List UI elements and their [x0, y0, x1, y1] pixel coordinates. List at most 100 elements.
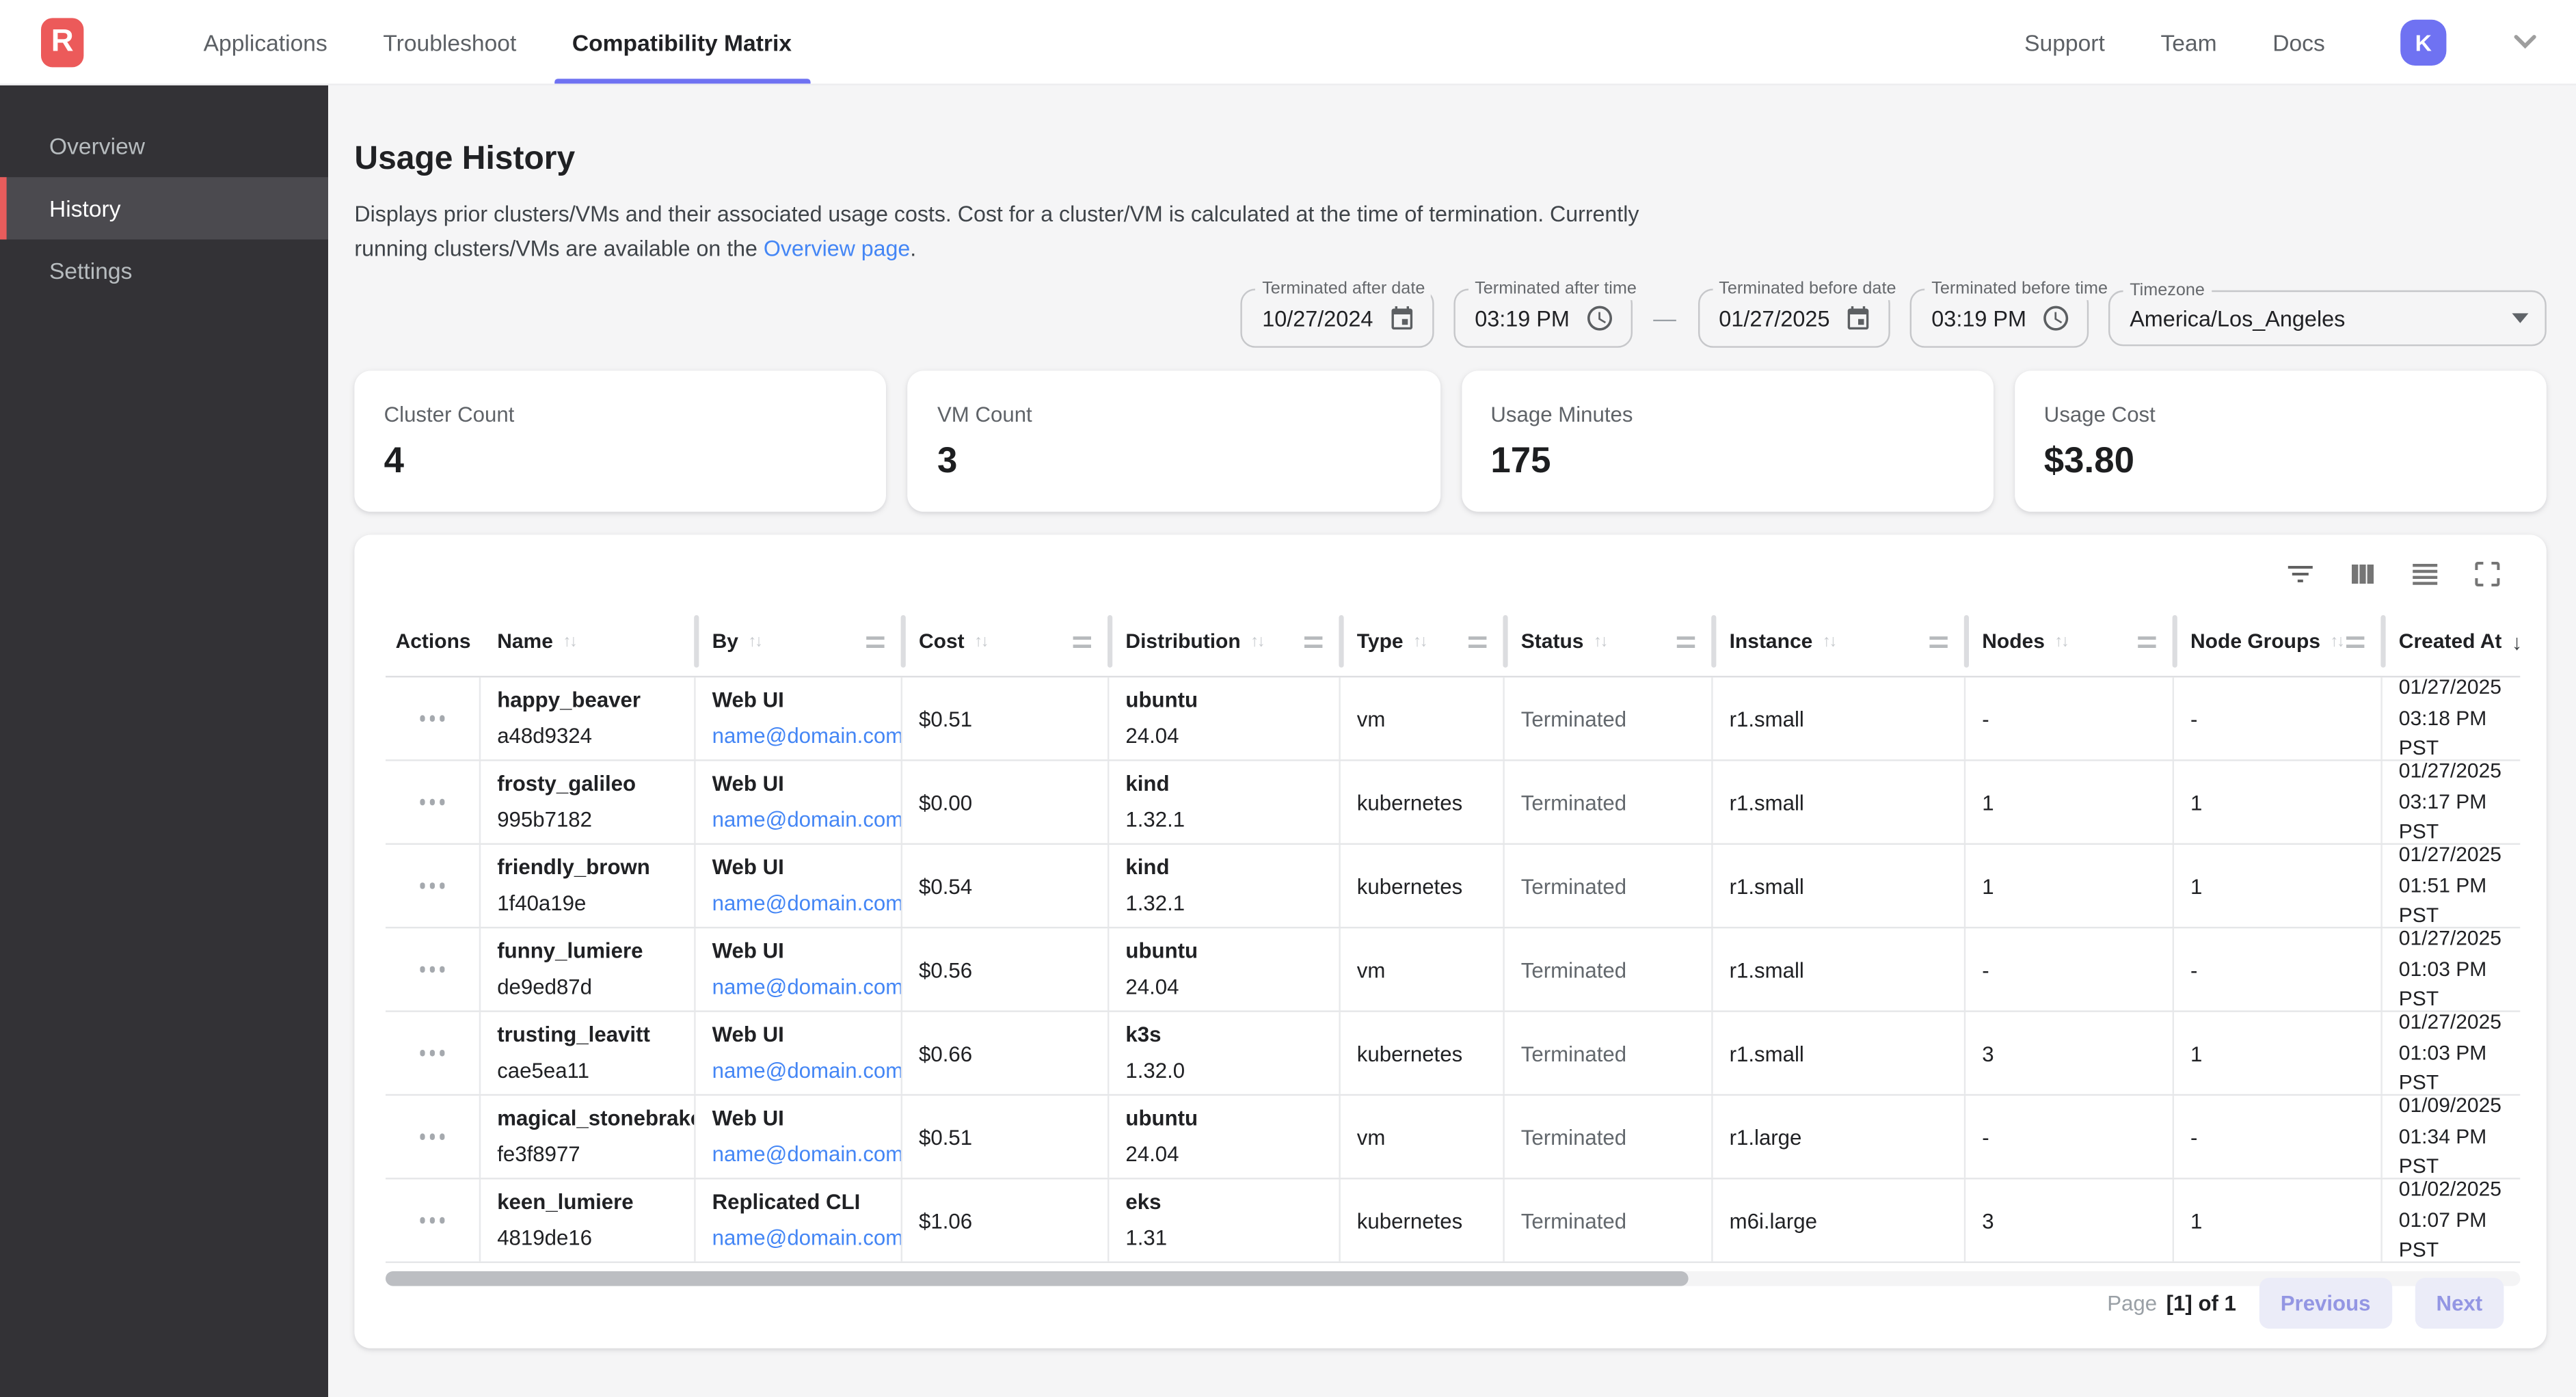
filter-icon[interactable]: [2284, 558, 2317, 591]
distribution-name: ubuntu: [1125, 938, 1322, 965]
created-by-source: Web UI: [712, 772, 885, 798]
distribution-version: 1.31: [1125, 1225, 1322, 1251]
email-link[interactable]: name@domain.com: [712, 890, 885, 917]
filter-field-terminated-before-date[interactable]: Terminated before date01/27/2025: [1698, 288, 1890, 347]
previous-page-button[interactable]: Previous: [2259, 1278, 2392, 1329]
column-drag-handle-icon[interactable]: [1929, 636, 1947, 648]
cluster-name: happy_beaver: [497, 688, 677, 714]
cluster-id: cae5ea11: [497, 1057, 677, 1084]
nav-link-support[interactable]: Support: [2024, 29, 2105, 55]
distribution-name: kind: [1125, 855, 1322, 882]
row-actions-button[interactable]: [420, 966, 445, 972]
page-value: [1] of 1: [2166, 1291, 2236, 1316]
nodes-cell: 3: [1965, 1180, 2174, 1262]
replicated-logo[interactable]: R: [41, 17, 83, 66]
column-header-distribution[interactable]: Distribution↑↓: [1109, 607, 1340, 676]
clock-icon[interactable]: [2041, 303, 2071, 333]
distribution-version: 1.32.1: [1125, 890, 1322, 917]
type-cell: kubernetes: [1341, 1012, 1505, 1094]
nav-link-docs[interactable]: Docs: [2272, 29, 2325, 55]
nav-right-links: Support Team Docs: [2024, 29, 2325, 55]
dropdown-arrow-icon[interactable]: [2512, 313, 2528, 323]
next-page-button[interactable]: Next: [2415, 1278, 2504, 1329]
instance-cell: r1.small: [1713, 677, 1966, 759]
calendar-icon[interactable]: [1844, 304, 1873, 332]
email-link[interactable]: name@domain.com: [712, 1225, 885, 1251]
distribution-name: k3s: [1125, 1022, 1322, 1049]
fullscreen-icon[interactable]: [2471, 558, 2504, 591]
row-actions-button[interactable]: [420, 716, 445, 721]
email-link[interactable]: name@domain.com: [712, 806, 885, 833]
sidebar-item-settings[interactable]: Settings: [0, 239, 328, 301]
row-actions-cell: [386, 1012, 481, 1094]
cluster-id: 4819de16: [497, 1225, 677, 1251]
row-actions-button[interactable]: [420, 1134, 445, 1139]
status-badge: Terminated: [1521, 873, 1695, 898]
column-header-type[interactable]: Type↑↓: [1341, 607, 1505, 676]
calendar-icon[interactable]: [1388, 304, 1416, 332]
nav-tab-troubleshoot[interactable]: Troubleshoot: [355, 0, 544, 83]
sidebar-item-overview[interactable]: Overview: [0, 115, 328, 177]
cost-cell: $0.00: [902, 761, 1109, 843]
column-drag-handle-icon[interactable]: [2346, 636, 2364, 648]
columns-icon[interactable]: [2346, 558, 2379, 591]
column-header-cost[interactable]: Cost↑↓: [902, 607, 1109, 676]
filter-field-timezone[interactable]: TimezoneAmerica/Los_Angeles: [2108, 290, 2547, 347]
column-header-instance[interactable]: Instance↑↓: [1713, 607, 1966, 676]
cost-cell: $0.56: [902, 928, 1109, 1010]
column-drag-handle-icon[interactable]: [1468, 636, 1486, 648]
email-link[interactable]: name@domain.com: [712, 973, 885, 1000]
filter-field-terminated-after-time[interactable]: Terminated after time03:19 PM: [1453, 288, 1632, 347]
column-drag-handle-icon[interactable]: [1677, 636, 1695, 648]
sidebar-item-history[interactable]: History: [0, 177, 328, 239]
filter-field-terminated-after-date[interactable]: Terminated after date10/27/2024: [1241, 288, 1434, 347]
chevron-down-icon[interactable]: [2514, 34, 2537, 49]
nav-tab-applications[interactable]: Applications: [176, 0, 355, 83]
overview-page-link[interactable]: Overview page: [764, 237, 910, 262]
filter-field-terminated-before-time[interactable]: Terminated before time03:19 PM: [1910, 288, 2089, 347]
column-header-node-groups[interactable]: Node Groups↑↓: [2174, 607, 2383, 676]
nodes-cell: -: [1965, 1096, 2174, 1178]
created-by-source: Web UI: [712, 938, 885, 965]
column-header-by[interactable]: By↑↓: [696, 607, 902, 676]
column-drag-handle-icon[interactable]: [1304, 636, 1322, 648]
row-actions-button[interactable]: [420, 883, 445, 889]
nav-link-team[interactable]: Team: [2160, 29, 2216, 55]
name-cell: happy_beavera48d9324: [481, 677, 695, 759]
created-by-source: Web UI: [712, 688, 885, 714]
column-header-created-at[interactable]: Created At↓: [2383, 607, 2521, 676]
row-actions-button[interactable]: [420, 1050, 445, 1056]
email-link[interactable]: name@domain.com: [712, 1057, 885, 1084]
nav-right: Support Team Docs K: [2024, 19, 2536, 65]
column-drag-handle-icon[interactable]: [1073, 636, 1091, 648]
type-cell: vm: [1341, 928, 1505, 1010]
created-by-source: Replicated CLI: [712, 1190, 885, 1217]
cluster-id: 995b7182: [497, 806, 677, 833]
distribution-cell: k3s1.32.0: [1109, 1012, 1340, 1094]
column-header-status[interactable]: Status↑↓: [1505, 607, 1713, 676]
page-indicator: Page [1] of 1: [2107, 1291, 2236, 1316]
distribution-version: 24.04: [1125, 722, 1322, 749]
cost-cell: $1.06: [902, 1180, 1109, 1262]
column-drag-handle-icon[interactable]: [866, 636, 884, 648]
stat-card-cluster-count: Cluster Count4: [354, 370, 886, 511]
email-link[interactable]: name@domain.com: [712, 1141, 885, 1167]
column-header-name[interactable]: Name↑↓: [481, 607, 695, 676]
column-drag-handle-icon[interactable]: [2138, 636, 2156, 648]
email-link[interactable]: name@domain.com: [712, 722, 885, 749]
table-row: trusting_leavittcae5ea11Web UIname@domai…: [386, 1012, 2520, 1096]
density-icon[interactable]: [2409, 558, 2441, 591]
sort-icon: ↑↓: [1823, 632, 1836, 650]
row-actions-cell: [386, 928, 481, 1010]
node-groups-cell: -: [2174, 928, 2383, 1010]
user-avatar[interactable]: K: [2400, 19, 2446, 65]
clock-icon[interactable]: [1585, 303, 1614, 333]
horizontal-scrollbar-thumb[interactable]: [386, 1271, 1688, 1286]
type-cell: vm: [1341, 1096, 1505, 1178]
nav-tab-compatibility-matrix[interactable]: Compatibility Matrix: [544, 0, 820, 83]
row-actions-button[interactable]: [420, 799, 445, 804]
row-actions-button[interactable]: [420, 1217, 445, 1223]
column-header-nodes[interactable]: Nodes↑↓: [1965, 607, 2174, 676]
status-cell: Terminated: [1505, 1096, 1713, 1178]
node-groups-cell: 1: [2174, 761, 2383, 843]
